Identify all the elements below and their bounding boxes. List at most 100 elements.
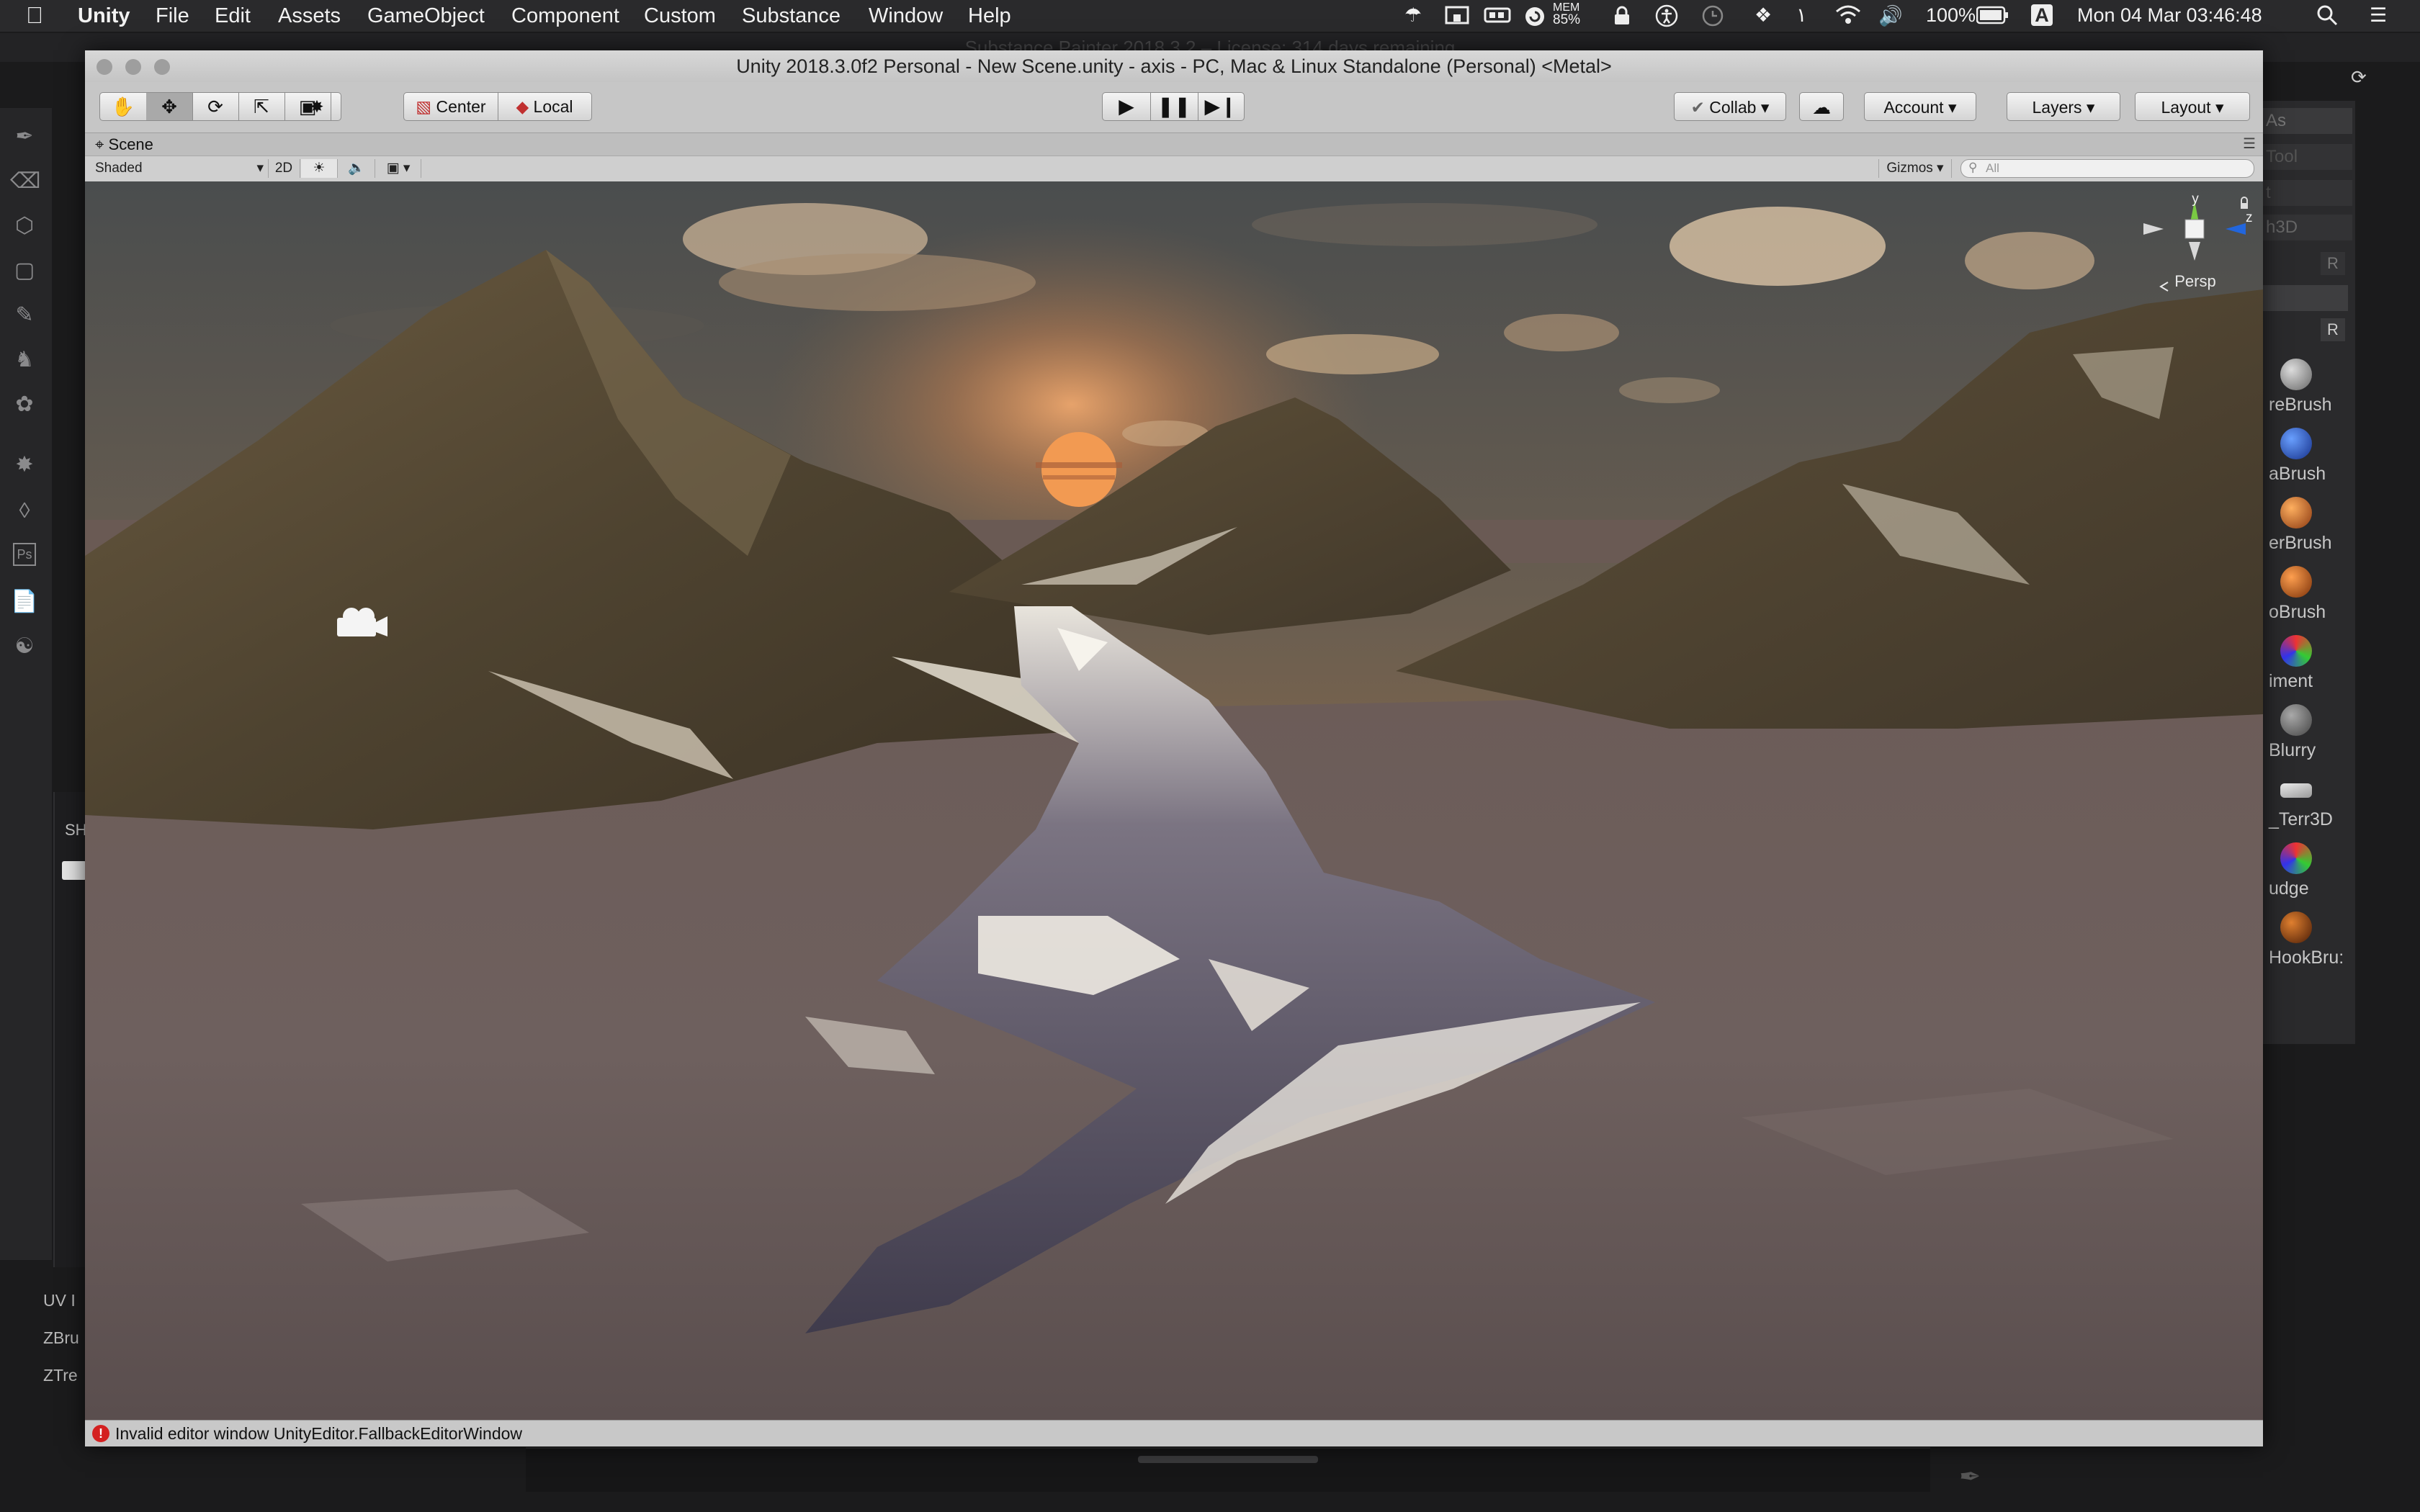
panel-field[interactable]: t <box>2262 180 2352 206</box>
error-icon: ! <box>92 1425 109 1442</box>
lighting-toggle-icon[interactable]: ☀ <box>301 159 338 178</box>
collab-dropdown[interactable]: ✔ Collab ▾ <box>1674 92 1786 121</box>
accessibility-icon[interactable] <box>1655 4 1678 32</box>
status-message: Invalid editor window UnityEditor.Fallba… <box>115 1424 523 1443</box>
menu-assets[interactable]: Assets <box>278 4 341 28</box>
projection-tool-icon[interactable]: ⬡ <box>10 212 39 240</box>
pivot-local-button[interactable]: ◆ Local <box>498 93 591 120</box>
scene-search-input[interactable]: ⚲ All <box>1960 159 2254 178</box>
notification-center-icon[interactable]: ☰ <box>2370 4 2387 27</box>
menu-app-unity[interactable]: Unity <box>78 4 130 28</box>
window-title: Unity 2018.3.0f2 Personal - New Scene.un… <box>736 55 1612 77</box>
scroll-handle[interactable] <box>1138 1456 1318 1463</box>
draw-mode-dropdown[interactable]: Shaded ▾ <box>95 159 269 178</box>
eraser-tool-icon[interactable]: ⌫ <box>10 167 40 196</box>
panel-field[interactable]: h3D <box>2262 215 2352 240</box>
menu-custom[interactable]: Custom <box>644 4 716 28</box>
folder-icon[interactable] <box>62 861 86 880</box>
2d-toggle[interactable]: 2D <box>268 159 300 178</box>
brush-item[interactable]: Blurry <box>2269 704 2362 769</box>
cloud-button[interactable]: ☁ <box>1799 92 1844 121</box>
step-button[interactable]: ▶❙ <box>1198 93 1244 120</box>
brush-item[interactable]: aBrush <box>2269 428 2362 492</box>
r-button[interactable]: R <box>2321 318 2345 341</box>
battery-icon[interactable] <box>1976 6 2009 30</box>
account-dropdown[interactable]: Account ▾ <box>1864 92 1976 121</box>
layers-dropdown[interactable]: Layers ▾ <box>2007 92 2120 121</box>
menu-component[interactable]: Component <box>511 4 619 28</box>
layout-dropdown[interactable]: Layout ▾ <box>2135 92 2250 121</box>
dropzone-icon[interactable]: ❖ <box>1754 4 1772 27</box>
pivot-center-button[interactable]: ▧ Center <box>404 93 498 120</box>
minimize-window-button[interactable] <box>125 59 141 75</box>
brush-item[interactable]: HookBru: <box>2269 912 2362 976</box>
menu-window[interactable]: Window <box>869 4 943 28</box>
audio-toggle-icon[interactable]: 🔈 <box>339 159 375 178</box>
close-window-button[interactable] <box>97 59 112 75</box>
brush-item[interactable]: iment <box>2269 635 2362 700</box>
brush-item[interactable]: _Terr3D <box>2269 773 2362 838</box>
gizmos-dropdown[interactable]: Gizmos ▾ <box>1878 159 1952 178</box>
bluetooth-icon[interactable]: ١ <box>1796 4 1807 27</box>
panel-field[interactable]: Tool <box>2262 144 2352 170</box>
background-brush-panel: As Tool t h3D R R reBrush aBrush erBrush… <box>2262 101 2355 1044</box>
spotlight-search-icon[interactable] <box>2316 4 2338 31</box>
status-bar[interactable]: ! Invalid editor window UnityEditor.Fall… <box>85 1420 2263 1446</box>
r-button[interactable]: R <box>2321 252 2345 275</box>
menu-gameobject[interactable]: GameObject <box>367 4 485 28</box>
menubar-clock[interactable]: Mon 04 Mar 03:46:48 <box>2077 4 2262 27</box>
zoom-window-button[interactable] <box>154 59 170 75</box>
apple-icon[interactable]:  <box>26 2 43 29</box>
substance-icon[interactable]: ✸ <box>10 451 39 480</box>
layers-icon[interactable]: ◊ <box>10 497 39 526</box>
panel-header: SH <box>65 821 87 839</box>
brush-item[interactable]: udge <box>2269 842 2362 907</box>
menu-substance[interactable]: Substance <box>742 4 841 28</box>
lock-icon[interactable] <box>1613 6 1631 31</box>
color-picker-icon[interactable]: ✿ <box>10 390 39 419</box>
brush-item[interactable]: erBrush <box>2269 497 2362 562</box>
share-icon[interactable]: ☯ <box>10 632 39 661</box>
smudge-tool-icon[interactable]: ✎ <box>10 301 39 330</box>
input-source-indicator[interactable]: A <box>2031 4 2053 26</box>
wifi-icon[interactable] <box>1835 4 1861 31</box>
menu-edit[interactable]: Edit <box>215 4 251 28</box>
background-bottom-bar <box>526 1447 1930 1492</box>
brush-tool-icon[interactable]: ✒ <box>10 122 39 151</box>
scene-viewport[interactable]: y z Persp <box>85 181 2263 1420</box>
brush-item[interactable]: oBrush <box>2269 566 2362 631</box>
pause-button[interactable]: ❚❚ <box>1150 93 1198 120</box>
combined-tool-icon[interactable]: ✸ <box>294 92 340 121</box>
move-tool-icon[interactable]: ✥ <box>146 93 193 120</box>
memory-indicator[interactable]: MEM 85% <box>1553 1 1580 27</box>
search-icon: ⚲ <box>1968 161 1978 174</box>
panel-slider[interactable] <box>2262 285 2348 311</box>
effects-dropdown-icon[interactable]: ▣ ▾ <box>376 159 421 178</box>
polygon-fill-icon[interactable]: ▢ <box>10 256 39 285</box>
volume-icon[interactable]: 🔊 <box>1878 4 1903 27</box>
sync-icon[interactable] <box>1524 6 1546 32</box>
menu-help[interactable]: Help <box>968 4 1011 28</box>
umbrella-icon[interactable]: ☂ <box>1404 4 1422 27</box>
tab-menu-icon[interactable]: ☰ <box>2243 135 2256 153</box>
scale-tool-icon[interactable]: ⇱ <box>238 93 285 120</box>
rotate-tool-icon[interactable]: ⟳ <box>192 93 239 120</box>
history-icon[interactable]: ⟳ <box>2351 66 2367 89</box>
tab-row: ⌖ Scene ☰ <box>85 132 2263 156</box>
time-machine-icon[interactable] <box>1701 4 1724 32</box>
display-icon[interactable] <box>1484 6 1511 31</box>
menu-file[interactable]: File <box>156 4 189 28</box>
photoshop-icon[interactable]: Ps <box>13 543 36 566</box>
panel-field[interactable]: As <box>2262 108 2352 134</box>
screen-share-icon[interactable] <box>1445 6 1469 31</box>
brush-item[interactable]: reBrush <box>2269 359 2362 423</box>
document-icon[interactable]: 📄 <box>10 588 39 616</box>
hand-tool-icon[interactable]: ✋ <box>100 93 147 120</box>
mem-value: 85% <box>1553 12 1581 27</box>
clone-stamp-icon[interactable]: ♞ <box>10 346 39 374</box>
window-titlebar[interactable]: Unity 2018.3.0f2 Personal - New Scene.un… <box>85 50 2263 82</box>
brush-preview-icon <box>2280 428 2312 459</box>
tab-scene[interactable]: ⌖ Scene <box>95 133 153 156</box>
pen-icon[interactable]: ✒ <box>1959 1462 1981 1492</box>
play-button[interactable]: ▶ <box>1103 93 1151 120</box>
